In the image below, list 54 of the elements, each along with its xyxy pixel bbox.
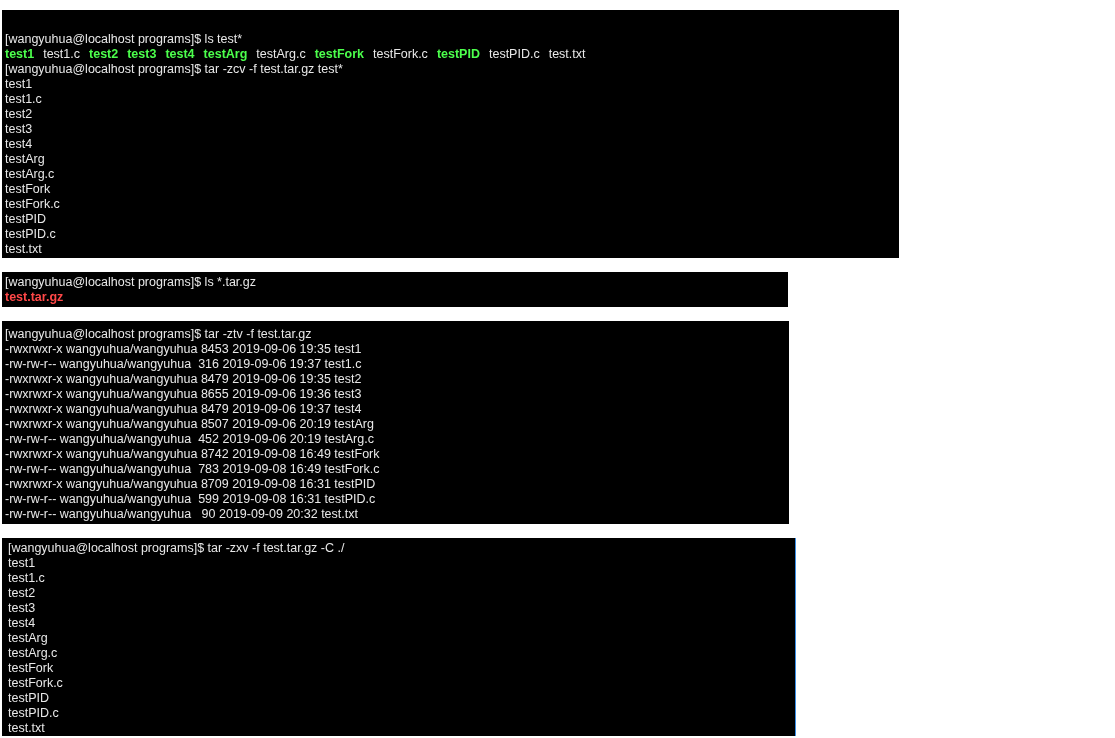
terminal-text: -rw-rw-r-- wangyuhua/wangyuhua 90 2019-09-09 20:32 test.txt (5, 507, 358, 522)
terminal-text: -rw-rw-r-- wangyuhua/wangyuhua 452 2019-09-06 20:19 testArg.c (5, 432, 374, 447)
terminal-text: testPID.c (8, 706, 59, 721)
terminal-text: test1 (5, 77, 33, 92)
terminal-text: test.txt (5, 242, 42, 257)
terminal-text: [wangyuhua@localhost programs]$ ls test* (5, 32, 243, 47)
terminal-text: testArg (5, 152, 45, 167)
executable-name: test1 (5, 47, 35, 62)
terminal-text: -rw-rw-r-- wangyuhua/wangyuhua 599 2019-09-08 16:31 testPID.c (5, 492, 376, 507)
executable-name: test3 (127, 47, 157, 62)
terminal-text: testArg (8, 631, 48, 646)
terminal-text: -rwxrwxr-x wangyuhua/wangyuhua 8479 2019-09-06 19:37 test4 (5, 402, 362, 417)
terminal-text: -rwxrwxr-x wangyuhua/wangyuhua 8453 2019-09-06 19:35 test1 (5, 342, 362, 357)
terminal-text: test1 (8, 556, 36, 571)
terminal-text: testArg.c (256, 47, 306, 62)
terminal-text: test1.c (8, 571, 45, 586)
terminal-text: [wangyuhua@localhost programs]$ tar -zcv -f test.tar.gz test* (5, 62, 343, 77)
terminal-text: -rwxrwxr-x wangyuhua/wangyuhua 8479 2019-09-06 19:35 test2 (5, 372, 362, 387)
terminal-text: testArg.c (8, 646, 58, 661)
terminal-text: testArg.c (5, 167, 55, 182)
terminal-text: -rwxrwxr-x wangyuhua/wangyuhua 8655 2019-09-06 19:36 test3 (5, 387, 362, 402)
executable-name: testArg (203, 47, 248, 62)
terminal-text: testFork (8, 661, 54, 676)
terminal-text: -rw-rw-r-- wangyuhua/wangyuhua 316 2019-09-06 19:37 test1.c (5, 357, 362, 372)
terminal-text: testFork (5, 182, 51, 197)
executable-name: test2 (89, 47, 119, 62)
terminal-text: test4 (8, 616, 36, 631)
terminal-text: testFork.c (373, 47, 428, 62)
terminal-text: [wangyuhua@localhost programs]$ ls *.tar.gz (5, 275, 256, 290)
terminal-text: -rwxrwxr-x wangyuhua/wangyuhua 8709 2019-09-08 16:31 testPID (5, 477, 376, 492)
terminal-text: testPID.c (5, 227, 56, 242)
terminal-text: testFork.c (8, 676, 63, 691)
terminal-text: test1.c (43, 47, 80, 62)
terminal-text: testPID.c (488, 47, 540, 62)
terminal-text: testPID (5, 212, 46, 227)
executable-name: testFork (314, 47, 364, 62)
terminal-text: test3 (8, 601, 36, 616)
terminal-text: [wangyuhua@localhost programs]$ tar -ztv -f test.tar.gz (5, 327, 312, 342)
executable-name: testPID (436, 47, 480, 62)
terminal-text: test.txt (8, 721, 45, 736)
terminal-text: testPID (8, 691, 49, 706)
terminal-text: -rw-rw-r-- wangyuhua/wangyuhua 783 2019-09-08 16:49 testFork.c (5, 462, 380, 477)
terminal-text: test1.c (5, 92, 42, 107)
executable-name: test4 (165, 47, 195, 62)
archive-name: test.tar.gz (5, 290, 64, 305)
terminal-text: test.txt (548, 47, 586, 62)
terminal-text: testFork.c (5, 197, 60, 212)
terminal-text: -rwxrwxr-x wangyuhua/wangyuhua 8507 2019-09-06 20:19 testArg (5, 417, 374, 432)
terminal-text: test4 (5, 137, 33, 152)
terminal-text: [wangyuhua@localhost programs]$ tar -zxv -f test.tar.gz -C ./ (8, 541, 345, 556)
terminal-text: test2 (8, 586, 36, 601)
terminal-text: -rwxrwxr-x wangyuhua/wangyuhua 8742 2019-09-08 16:49 testFork (5, 447, 380, 462)
terminal-text: test2 (5, 107, 33, 122)
terminal-text: test3 (5, 122, 33, 137)
